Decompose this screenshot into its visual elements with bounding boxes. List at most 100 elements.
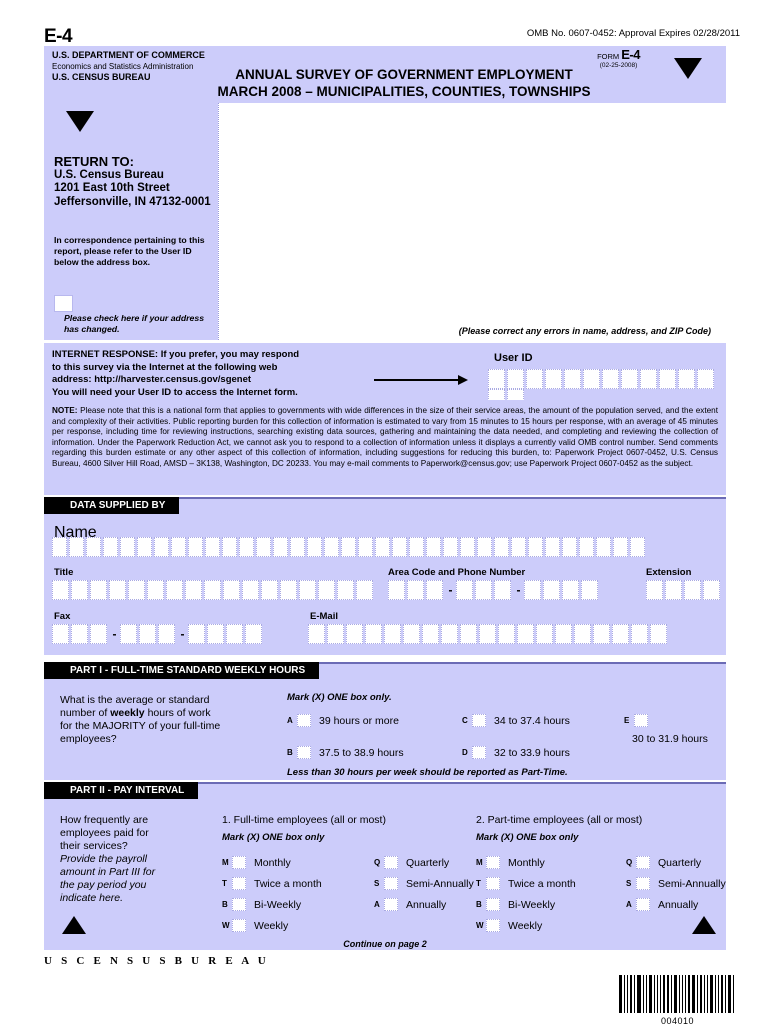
char-box[interactable] — [536, 624, 553, 644]
part-2-ft-option-w[interactable]: W Weekly — [222, 917, 288, 935]
char-box[interactable] — [613, 537, 628, 557]
char-box[interactable] — [226, 624, 243, 644]
char-box[interactable] — [280, 580, 297, 600]
char-box[interactable] — [205, 537, 220, 557]
part-1-option-b[interactable]: B 37.5 to 38.9 hours — [287, 744, 404, 762]
char-box[interactable] — [583, 369, 600, 389]
char-box[interactable] — [69, 537, 84, 557]
char-box[interactable] — [139, 624, 156, 644]
char-box[interactable] — [365, 624, 382, 644]
char-box[interactable] — [273, 537, 288, 557]
char-box[interactable] — [602, 369, 619, 389]
char-box[interactable] — [477, 537, 492, 557]
char-box[interactable] — [526, 369, 543, 389]
char-box[interactable] — [581, 580, 598, 600]
char-box[interactable] — [460, 537, 475, 557]
char-box[interactable] — [528, 537, 543, 557]
char-box[interactable] — [479, 624, 496, 644]
char-box[interactable] — [52, 624, 69, 644]
char-box[interactable] — [128, 580, 145, 600]
part-2-pt-option-w[interactable]: W Weekly — [476, 917, 542, 935]
email-input[interactable] — [308, 624, 669, 644]
char-box[interactable] — [507, 369, 524, 389]
char-box[interactable] — [426, 537, 441, 557]
char-box[interactable] — [388, 580, 405, 600]
part-2-ft-option-t[interactable]: T Twice a month — [222, 875, 322, 893]
part-2-pt-option-m[interactable]: M Monthly — [476, 854, 545, 872]
part-2-ft-option-a[interactable]: A Annually — [374, 896, 446, 914]
char-box[interactable] — [475, 580, 492, 600]
char-box[interactable] — [52, 537, 67, 557]
char-box[interactable] — [562, 537, 577, 557]
char-box[interactable] — [703, 580, 720, 600]
phone-input[interactable]: -- — [388, 580, 600, 600]
char-box[interactable] — [678, 369, 695, 389]
option-checkbox[interactable] — [232, 856, 246, 870]
char-box[interactable] — [659, 369, 676, 389]
option-checkbox[interactable] — [232, 877, 246, 891]
option-checkbox[interactable] — [486, 919, 500, 933]
char-box[interactable] — [665, 580, 682, 600]
char-box[interactable] — [426, 580, 443, 600]
option-checkbox[interactable] — [384, 877, 398, 891]
extension-input[interactable] — [646, 580, 722, 600]
char-box[interactable] — [158, 624, 175, 644]
char-box[interactable] — [71, 580, 88, 600]
char-box[interactable] — [593, 624, 610, 644]
address-changed-checkbox[interactable] — [54, 295, 73, 312]
char-box[interactable] — [327, 624, 344, 644]
name-input[interactable] — [52, 537, 647, 557]
char-box[interactable] — [346, 624, 363, 644]
char-box[interactable] — [147, 580, 164, 600]
char-box[interactable] — [494, 580, 511, 600]
part-1-option-e[interactable]: E30 to 31.9 hours — [624, 712, 726, 748]
part-2-pt-option-t[interactable]: T Twice a month — [476, 875, 576, 893]
char-box[interactable] — [337, 580, 354, 600]
char-box[interactable] — [90, 624, 107, 644]
option-checkbox[interactable] — [384, 898, 398, 912]
char-box[interactable] — [422, 624, 439, 644]
part-2-ft-option-q[interactable]: Q Quarterly — [374, 854, 449, 872]
char-box[interactable] — [245, 624, 262, 644]
char-box[interactable] — [120, 537, 135, 557]
fax-input[interactable]: -- — [52, 624, 264, 644]
char-box[interactable] — [308, 624, 325, 644]
char-box[interactable] — [341, 537, 356, 557]
option-checkbox[interactable] — [636, 898, 650, 912]
char-box[interactable] — [630, 537, 645, 557]
char-box[interactable] — [511, 537, 526, 557]
char-box[interactable] — [517, 624, 534, 644]
char-box[interactable] — [564, 369, 581, 389]
char-box[interactable] — [185, 580, 202, 600]
char-box[interactable] — [579, 537, 594, 557]
char-box[interactable] — [207, 624, 224, 644]
char-box[interactable] — [171, 537, 186, 557]
char-box[interactable] — [318, 580, 335, 600]
char-box[interactable] — [494, 537, 509, 557]
char-box[interactable] — [543, 580, 560, 600]
char-box[interactable] — [403, 624, 420, 644]
char-box[interactable] — [356, 580, 373, 600]
part-2-pt-option-a[interactable]: A Annually — [626, 896, 698, 914]
char-box[interactable] — [545, 537, 560, 557]
part-2-pt-option-b[interactable]: B Bi-Weekly — [476, 896, 555, 914]
part-2-pt-option-q[interactable]: Q Quarterly — [626, 854, 701, 872]
char-box[interactable] — [631, 624, 648, 644]
option-checkbox[interactable] — [636, 877, 650, 891]
part-2-ft-option-b[interactable]: B Bi-Weekly — [222, 896, 301, 914]
option-checkbox[interactable] — [486, 898, 500, 912]
char-box[interactable] — [650, 624, 667, 644]
option-checkbox[interactable] — [486, 877, 500, 891]
title-input[interactable] — [52, 580, 375, 600]
char-box[interactable] — [71, 624, 88, 644]
char-box[interactable] — [392, 537, 407, 557]
char-box[interactable] — [456, 580, 473, 600]
char-box[interactable] — [256, 537, 271, 557]
char-box[interactable] — [188, 624, 205, 644]
char-box[interactable] — [488, 369, 505, 389]
part-2-pt-option-s[interactable]: S Semi-Annually — [626, 875, 726, 893]
char-box[interactable] — [407, 580, 424, 600]
char-box[interactable] — [621, 369, 638, 389]
char-box[interactable] — [109, 580, 126, 600]
char-box[interactable] — [460, 624, 477, 644]
